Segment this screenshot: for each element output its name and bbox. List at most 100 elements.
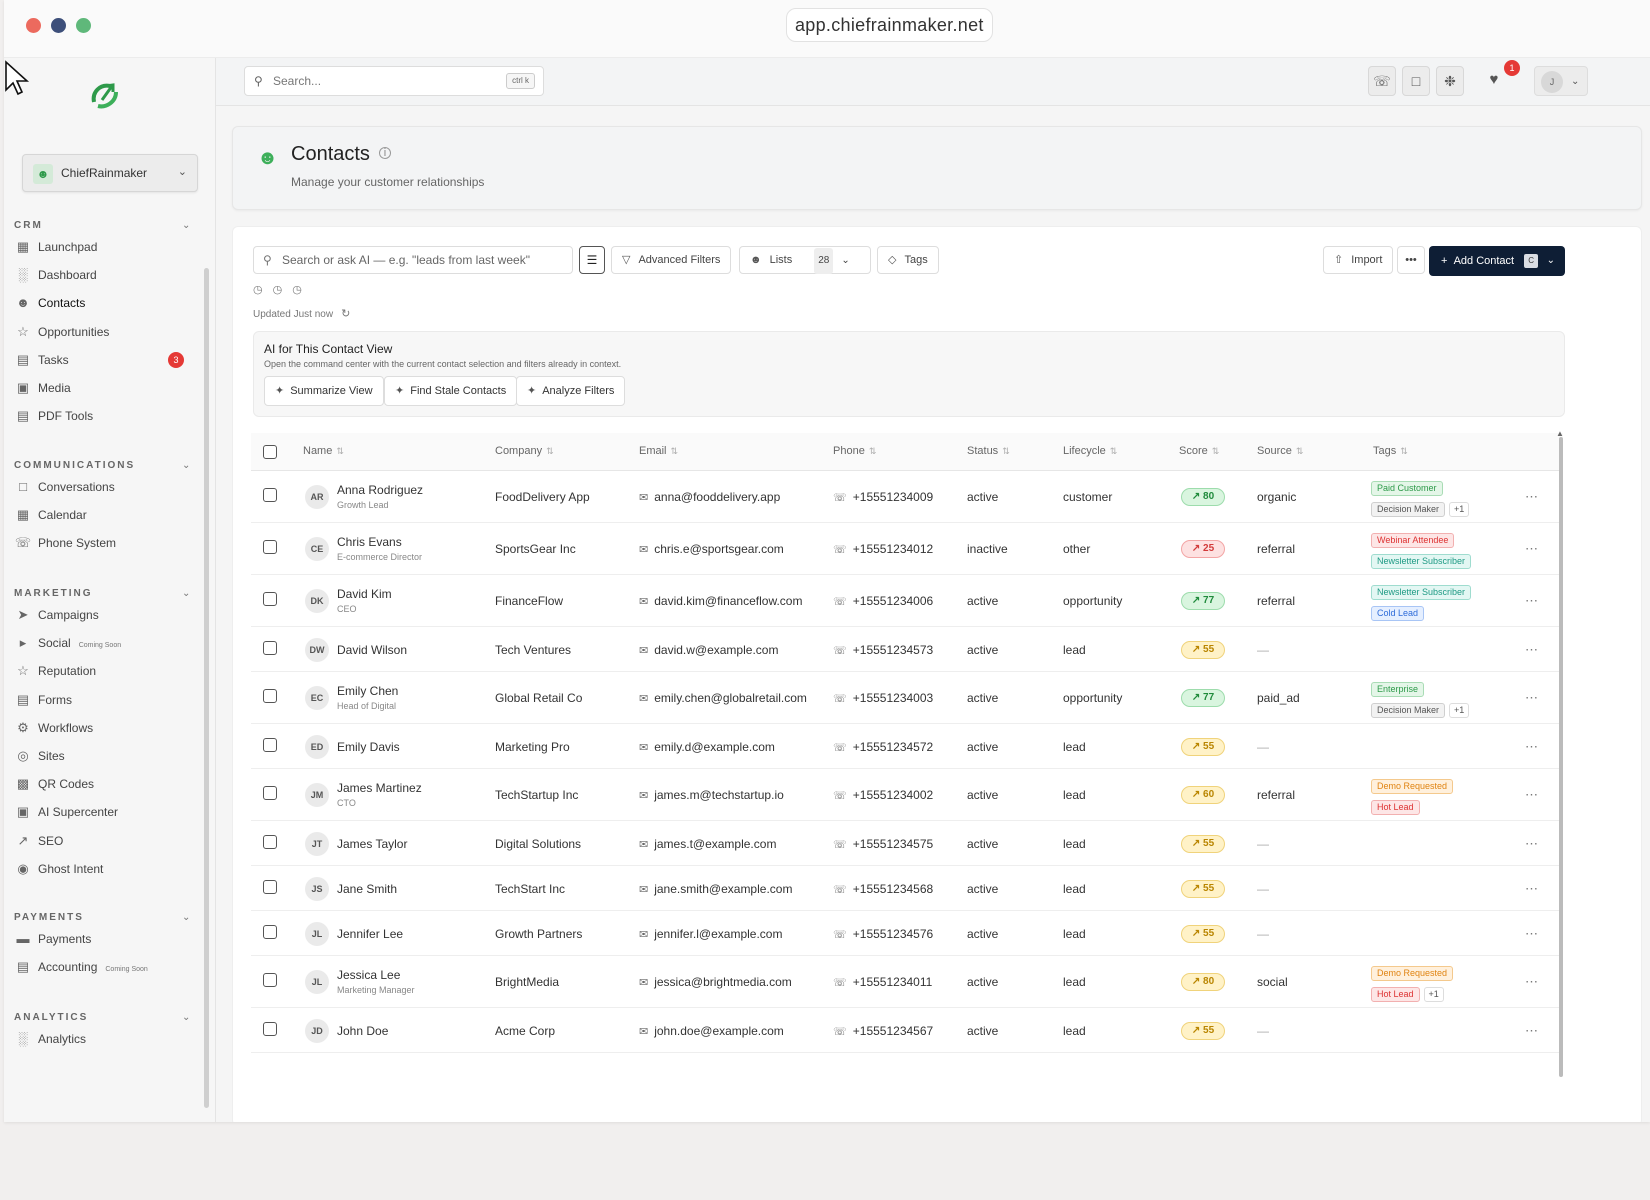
row-actions-icon[interactable]: ⋯ (1525, 642, 1538, 658)
info-icon[interactable]: i (379, 147, 391, 159)
maximize-window-dot[interactable] (76, 18, 91, 33)
sidebar-item-forms[interactable]: ▤ Forms (14, 688, 194, 712)
minimize-window-dot[interactable] (51, 18, 66, 33)
row-checkbox[interactable] (263, 640, 277, 655)
contact-name-cell[interactable]: Anna Rodriguez Growth Lead (337, 483, 423, 510)
row-actions-icon[interactable]: ⋯ (1525, 1023, 1538, 1039)
sidebar-item-sites[interactable]: ◎ Sites (14, 744, 194, 768)
sidebar-group-label[interactable]: CRM (14, 220, 43, 231)
row-checkbox[interactable] (263, 689, 277, 703)
refresh-icon[interactable]: ↻ (341, 308, 350, 320)
contact-name-cell[interactable]: Jennifer Lee (337, 927, 403, 941)
contact-name[interactable]: Anna Rodriguez (337, 483, 423, 497)
column-header-score[interactable]: Score ⇅ (1179, 445, 1219, 457)
tag-badge[interactable]: Enterprise (1371, 682, 1425, 697)
contact-name-cell[interactable]: David Wilson (337, 643, 407, 657)
chat-icon[interactable]: □ (1402, 66, 1430, 96)
email-cell[interactable]: ✉ jane.smith@example.com (639, 882, 792, 896)
sidebar-scrollbar[interactable] (204, 268, 209, 1108)
contact-name[interactable]: Emily Chen (337, 684, 398, 698)
row-checkbox[interactable] (263, 879, 277, 894)
add-contact-button[interactable]: + Add Contact C ⌄ (1429, 246, 1565, 276)
contact-name-cell[interactable]: James Martinez CTO (337, 781, 422, 808)
phone-cell[interactable]: ☏ +15551234576 (833, 927, 933, 941)
chevron-down-icon[interactable]: ⌄ (182, 220, 190, 231)
email-cell[interactable]: ✉ james.t@example.com (639, 837, 776, 851)
tags-button[interactable]: ◇ Tags (877, 246, 939, 274)
row-checkbox[interactable] (263, 924, 277, 939)
contact-name[interactable]: James Martinez (337, 781, 422, 795)
contact-name-cell[interactable]: Emily Davis (337, 740, 400, 754)
phone-cell[interactable]: ☏ +15551234575 (833, 837, 933, 851)
email-cell[interactable]: ✉ david.kim@financeflow.com (639, 594, 802, 608)
sidebar-item-qr-codes[interactable]: ▩ QR Codes (14, 772, 194, 796)
contact-name[interactable]: James Taylor (337, 837, 407, 851)
phone-cell[interactable]: ☏ +15551234568 (833, 882, 933, 896)
table-row[interactable]: CE Chris Evans E-commerce Director SportsGe… (251, 523, 1563, 575)
contact-name-cell[interactable]: Jane Smith (337, 882, 397, 896)
sidebar-group-label[interactable]: COMMUNICATIONS (14, 460, 135, 471)
sidebar-item-pdf-tools[interactable]: ▤ PDF Tools (14, 404, 194, 428)
contact-name[interactable]: Jessica Lee (337, 968, 415, 982)
chevron-down-icon[interactable]: ⌄ (1547, 246, 1555, 276)
sidebar-item-payments[interactable]: ▬ Payments (14, 927, 194, 951)
more-tags-badge[interactable]: +1 (1449, 703, 1470, 718)
column-header-lifecycle[interactable]: Lifecycle ⇅ (1063, 445, 1117, 457)
contact-name-cell[interactable]: Chris Evans E-commerce Director (337, 535, 422, 562)
more-tags-badge[interactable]: +1 (1449, 502, 1470, 517)
sidebar-item-campaigns[interactable]: ➤ Campaigns (14, 603, 194, 627)
column-header-name[interactable]: Name ⇅ (303, 445, 344, 457)
row-actions-icon[interactable]: ⋯ (1525, 593, 1538, 609)
tag-badge[interactable]: Demo Requested (1371, 966, 1454, 981)
phone-cell[interactable]: ☏ +15551234573 (833, 643, 933, 657)
sidebar-item-tasks[interactable]: ▤ Tasks 3 (14, 348, 194, 372)
contact-name[interactable]: David Wilson (337, 643, 407, 657)
sidebar-group-label[interactable]: MARKETING (14, 588, 93, 599)
sidebar-group-label[interactable]: ANALYTICS (14, 1012, 88, 1023)
table-row[interactable]: JD John Doe Acme Corp ✉ john.doe@example.com… (251, 1008, 1563, 1053)
row-checkbox[interactable] (263, 540, 277, 554)
phone-cell[interactable]: ☏ +15551234009 (833, 490, 933, 504)
address-bar[interactable]: app.chiefrainmaker.net (786, 8, 993, 42)
select-all-checkbox[interactable] (263, 445, 277, 459)
user-menu[interactable]: J ⌄ (1534, 66, 1588, 96)
sidebar-item-analytics[interactable]: ░ Analytics (14, 1027, 194, 1051)
sidebar-item-social[interactable]: ▸ Social Coming Soon (14, 631, 194, 655)
contact-name[interactable]: David Kim (337, 587, 392, 601)
history-icon[interactable]: ◷ (253, 284, 273, 296)
row-checkbox[interactable] (263, 592, 277, 606)
contact-name-cell[interactable]: Emily Chen Head of Digital (337, 684, 398, 711)
sidebar-item-phone-system[interactable]: ☏ Phone System (14, 531, 194, 555)
tag-badge[interactable]: Cold Lead (1371, 606, 1425, 621)
row-actions-icon[interactable]: ⋯ (1525, 489, 1538, 505)
table-row[interactable]: JT James Taylor Digital Solutions ✉ james.t@… (251, 821, 1563, 866)
more-options-button[interactable]: ••• (1397, 246, 1425, 274)
row-checkbox[interactable] (263, 488, 277, 502)
tag-badge[interactable]: Newsletter Subscriber (1371, 554, 1472, 569)
contact-name-cell[interactable]: David Kim CEO (337, 587, 392, 614)
phone-cell[interactable]: ☏ +15551234002 (833, 788, 933, 802)
phone-cell[interactable]: ☏ +15551234012 (833, 542, 933, 556)
history-icon[interactable]: ◷ (273, 284, 293, 296)
email-cell[interactable]: ✉ john.doe@example.com (639, 1024, 784, 1038)
sidebar-item-accounting[interactable]: ▤ Accounting Coming Soon (14, 955, 194, 979)
row-checkbox[interactable] (263, 737, 277, 752)
phone-cell[interactable]: ☏ +15551234011 (833, 975, 932, 989)
lists-dropdown[interactable]: ☻ Lists 28 ⌄ (739, 246, 871, 274)
tag-badge[interactable]: Decision Maker (1371, 703, 1446, 718)
sidebar-item-dashboard[interactable]: ░ Dashboard (14, 263, 194, 287)
table-row[interactable]: JS Jane Smith TechStart Inc ✉ jane.smith@exa… (251, 866, 1563, 911)
sidebar-item-media[interactable]: ▣ Media (14, 376, 194, 400)
contact-name[interactable]: Chris Evans (337, 535, 422, 549)
row-checkbox[interactable] (263, 786, 277, 800)
email-cell[interactable]: ✉ chris.e@sportsgear.com (639, 542, 784, 556)
tag-badge[interactable]: Webinar Attendee (1371, 533, 1455, 548)
sidebar-item-launchpad[interactable]: ▦ Launchpad (14, 235, 194, 259)
row-actions-icon[interactable]: ⋯ (1525, 926, 1538, 942)
contact-name[interactable]: Jane Smith (337, 882, 397, 896)
contact-name-cell[interactable]: John Doe (337, 1024, 388, 1038)
bug-icon[interactable]: ❉ (1436, 66, 1464, 96)
more-tags-badge[interactable]: +1 (1423, 987, 1444, 1002)
phone-cell[interactable]: ☏ +15551234003 (833, 691, 933, 705)
row-actions-icon[interactable]: ⋯ (1525, 881, 1538, 897)
